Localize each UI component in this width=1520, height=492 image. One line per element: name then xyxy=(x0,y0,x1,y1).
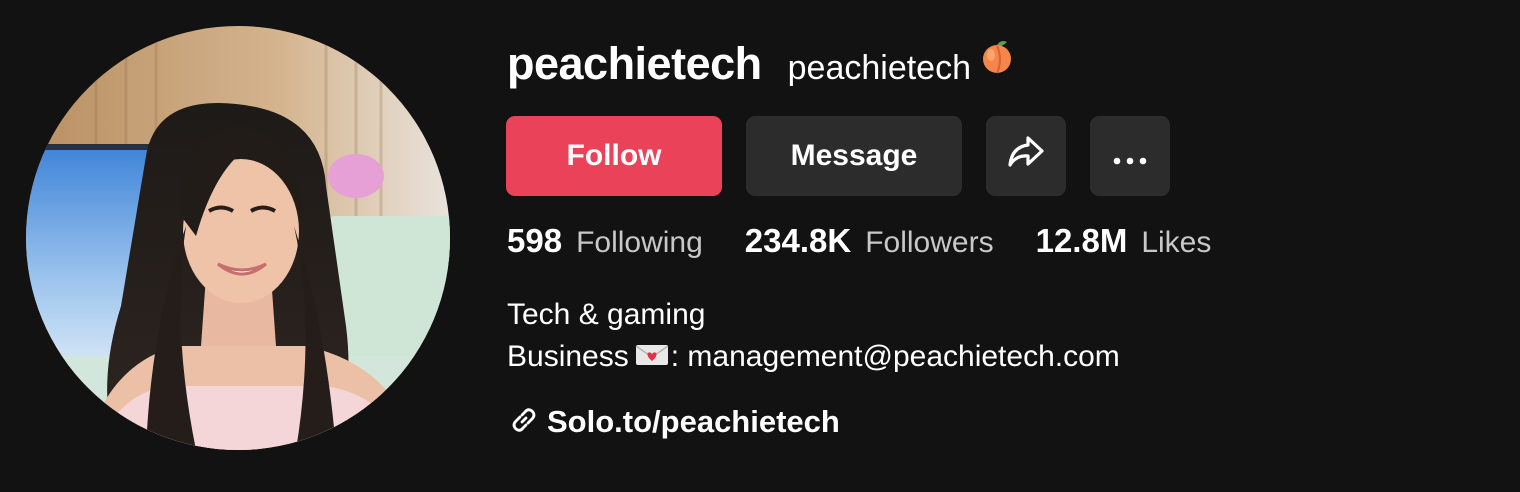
more-dots-icon xyxy=(1113,139,1147,173)
stat-value: 12.8M xyxy=(1035,222,1128,259)
bio-line-2: Business : management@peachietech.com xyxy=(507,336,1120,378)
avatar[interactable] xyxy=(26,26,450,450)
love-letter-icon xyxy=(635,337,669,379)
avatar-photo xyxy=(26,26,450,450)
stat-value: 598 xyxy=(507,222,563,259)
profile-stats: 598 Following 234.8K Followers 12.8M Lik… xyxy=(507,222,1253,260)
stat-label: Likes xyxy=(1141,226,1212,259)
share-arrow-icon xyxy=(1006,134,1046,178)
bio-business-email: : management@peachietech.com xyxy=(670,340,1120,373)
message-button-label: Message xyxy=(790,139,918,172)
profile-link[interactable]: Solo.to/peachietech xyxy=(509,404,840,440)
bio: Tech & gaming Business : management@peac… xyxy=(507,294,1120,378)
bio-business-label: Business xyxy=(507,340,629,373)
stat-followers[interactable]: 234.8K Followers xyxy=(745,222,994,260)
stat-label: Following xyxy=(576,226,703,259)
stat-value: 234.8K xyxy=(744,222,852,259)
message-button[interactable]: Message xyxy=(746,116,962,196)
peach-icon xyxy=(979,39,1015,80)
more-button[interactable] xyxy=(1090,116,1170,196)
follow-button-label: Follow xyxy=(566,139,662,172)
username: peachietech xyxy=(507,38,762,89)
stat-label: Followers xyxy=(865,226,994,259)
bio-line-1: Tech & gaming xyxy=(507,298,706,331)
link-icon xyxy=(509,405,539,440)
stat-following[interactable]: 598 Following xyxy=(507,222,703,260)
share-button[interactable] xyxy=(986,116,1066,196)
follow-button[interactable]: Follow xyxy=(506,116,722,196)
profile-link-text[interactable]: Solo.to/peachietech xyxy=(547,404,840,440)
profile-header: peachietech peachietech xyxy=(507,38,1015,90)
nickname: peachietech xyxy=(787,49,971,87)
stat-likes: 12.8M Likes xyxy=(1036,222,1212,260)
